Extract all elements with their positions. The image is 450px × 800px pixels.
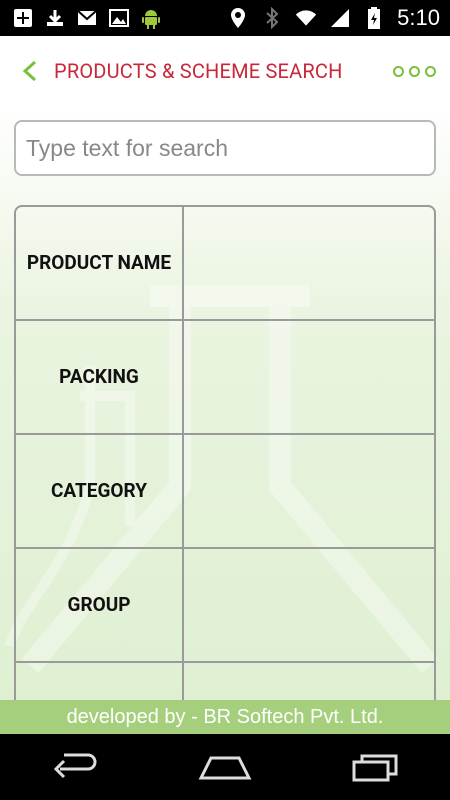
extra-value [184, 663, 434, 700]
table-row: PRODUCT NAME [16, 207, 434, 321]
chevron-left-icon [22, 60, 37, 82]
content-area: PRODUCT NAME PACKING CATEGORY GROUP [0, 106, 450, 700]
packing-label: PACKING [16, 321, 184, 433]
table-row: GROUP [16, 549, 434, 663]
app-header: PRODUCTS & SCHEME SEARCH [0, 36, 450, 106]
image-icon [108, 7, 130, 29]
back-icon [53, 753, 97, 779]
developer-footer: developed by - BR Softech Pvt. Ltd. [0, 700, 450, 734]
overflow-dots-icon [409, 65, 420, 77]
download-icon [44, 7, 66, 29]
product-name-label: PRODUCT NAME [16, 207, 184, 319]
extra-label [16, 663, 184, 700]
add-icon [12, 7, 34, 29]
overflow-menu-button[interactable] [393, 65, 436, 77]
android-icon [140, 7, 162, 29]
gmail-icon [76, 7, 98, 29]
overflow-dots-icon [393, 65, 404, 77]
status-bar: 5:10 [0, 0, 450, 36]
wifi-icon [295, 7, 317, 29]
nav-home-button[interactable] [190, 742, 260, 792]
group-label: GROUP [16, 549, 184, 661]
table-row [16, 663, 434, 700]
signal-icon [329, 7, 351, 29]
table-row: PACKING [16, 321, 434, 435]
home-icon [198, 756, 252, 780]
status-time: 5:10 [397, 5, 440, 30]
product-name-value [184, 207, 434, 319]
category-value [184, 435, 434, 547]
nav-recents-button[interactable] [340, 742, 410, 792]
nav-back-button[interactable] [40, 742, 110, 792]
details-table: PRODUCT NAME PACKING CATEGORY GROUP [14, 205, 436, 700]
battery-icon [363, 7, 385, 29]
bluetooth-icon [261, 7, 283, 29]
location-icon [227, 7, 249, 29]
navigation-bar [0, 734, 450, 800]
category-label: CATEGORY [16, 435, 184, 547]
back-button[interactable] [8, 49, 52, 93]
overflow-dots-icon [425, 65, 436, 77]
packing-value [184, 321, 434, 433]
search-input[interactable] [14, 120, 436, 176]
recents-icon [352, 754, 398, 782]
page-title: PRODUCTS & SCHEME SEARCH [54, 59, 343, 83]
table-row: CATEGORY [16, 435, 434, 549]
group-value [184, 549, 434, 661]
